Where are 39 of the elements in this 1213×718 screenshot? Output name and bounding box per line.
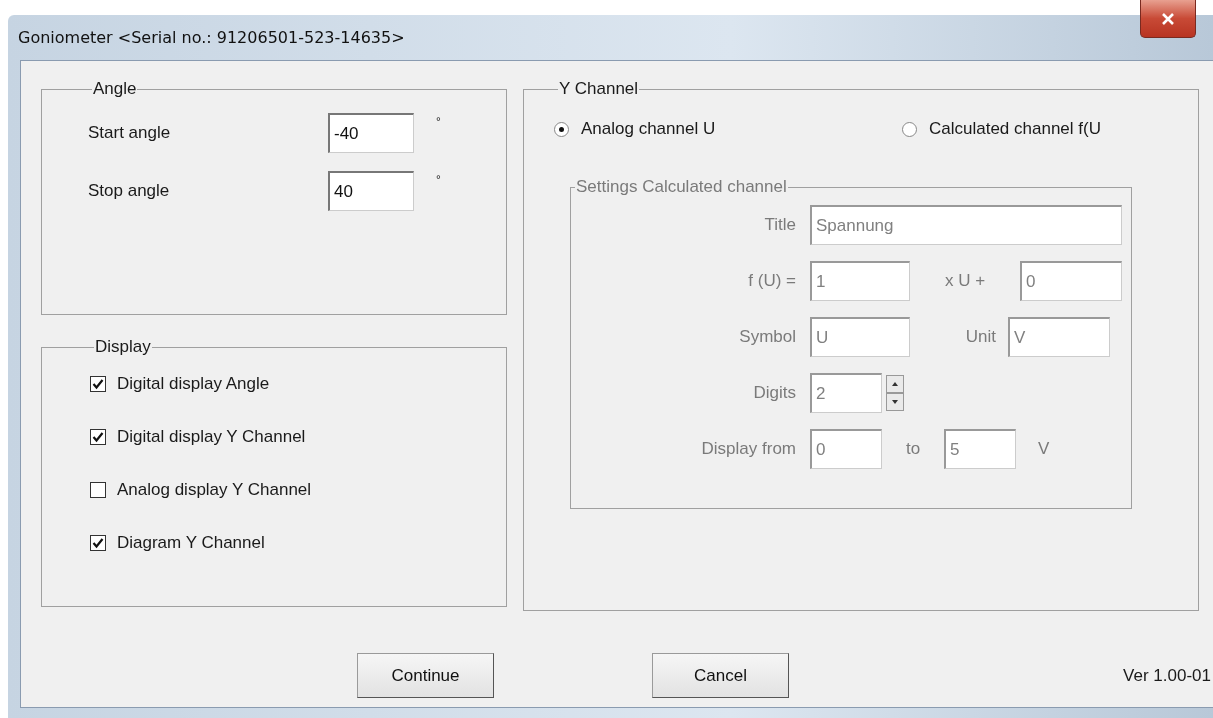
- angle-input[interactable]: -40: [328, 113, 414, 153]
- angle-input[interactable]: 40: [328, 171, 414, 211]
- checkbox[interactable]: [90, 535, 106, 551]
- field-label: Stop angle: [88, 181, 171, 201]
- radio-button[interactable]: [902, 121, 917, 137]
- field-label: Start angle: [88, 123, 172, 143]
- checkbox[interactable]: [90, 482, 106, 498]
- field-label: Unit: [964, 327, 997, 347]
- checkbox-label[interactable]: Digital display Angle: [117, 374, 270, 394]
- checkbox[interactable]: [90, 376, 106, 392]
- radio-label[interactable]: Calculated channel f(U: [929, 119, 1101, 139]
- field-label: f (U) =: [747, 271, 796, 291]
- close-icon: [1161, 12, 1175, 25]
- window-title: Goniometer <Serial no.: 91206501-523-14635>: [18, 28, 405, 47]
- unit-label: V: [1038, 439, 1050, 459]
- group-title: Display: [94, 337, 152, 357]
- up-arrow-icon: [892, 382, 898, 386]
- formula-operator: x U +: [943, 271, 987, 291]
- cancel-button[interactable]: Cancel: [652, 653, 789, 698]
- field-label: Display from: [700, 439, 796, 459]
- continue-button[interactable]: Continue: [357, 653, 494, 698]
- field-label: Digits: [752, 383, 796, 403]
- field-label: to: [904, 439, 922, 459]
- checkbox-label[interactable]: Digital display Y Channel: [117, 427, 306, 447]
- checkbox-label[interactable]: Diagram Y Channel: [117, 533, 265, 553]
- checkbox-label[interactable]: Analog display Y Channel: [117, 480, 312, 500]
- down-arrow-icon: [892, 400, 898, 404]
- field-label: Title: [763, 215, 796, 235]
- field-label: Symbol: [738, 327, 796, 347]
- group-title: Settings Calculated channel: [575, 177, 788, 197]
- radio-button[interactable]: [554, 121, 569, 137]
- group-title: Y Channel: [558, 79, 640, 99]
- radio-label[interactable]: Analog channel U: [581, 119, 716, 139]
- unit-label: °: [436, 115, 441, 129]
- group-title: Angle: [92, 79, 138, 99]
- checkbox[interactable]: [90, 429, 106, 445]
- unit-label: °: [436, 173, 441, 187]
- close-button[interactable]: [1140, 0, 1196, 38]
- version-label: Ver 1.00-01: [1123, 665, 1212, 686]
